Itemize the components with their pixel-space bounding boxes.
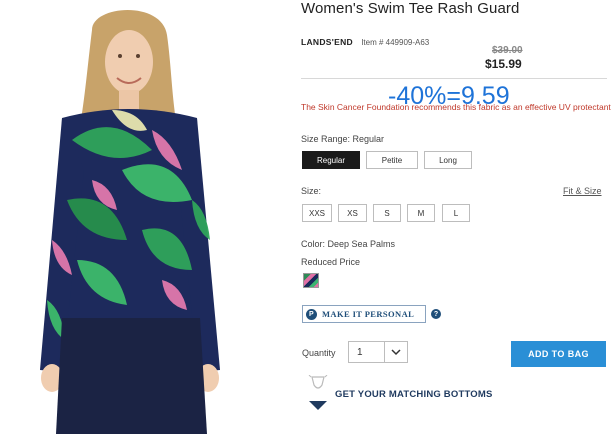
- item-number: Item # 449909-A63: [361, 38, 430, 47]
- help-icon[interactable]: ?: [431, 309, 441, 319]
- add-to-bag-button[interactable]: ADD TO BAG: [511, 341, 606, 367]
- size-range-label: Size Range: Regular: [301, 134, 385, 144]
- size-label: Size:: [301, 186, 322, 196]
- size-range-regular-button[interactable]: Regular: [302, 151, 360, 169]
- size-xs-button[interactable]: XS: [338, 204, 367, 222]
- original-price: $39.00: [492, 45, 523, 56]
- fit-and-size-link[interactable]: Fit & Size: [563, 186, 602, 196]
- product-image[interactable]: [22, 0, 232, 434]
- matching-bottoms-link[interactable]: GET YOUR MATCHING BOTTOMS: [306, 374, 606, 415]
- model-illustration: [40, 10, 220, 434]
- down-arrow-icon: [309, 401, 327, 410]
- chevron-down-icon[interactable]: [384, 342, 407, 362]
- quantity-value: 1: [357, 346, 363, 358]
- make-it-personal-label: MAKE IT PERSONAL: [322, 309, 415, 319]
- color-label: Color: Deep Sea Palms: [301, 239, 396, 249]
- sale-price: $15.99: [485, 57, 522, 71]
- size-range-petite-button[interactable]: Petite: [366, 151, 418, 169]
- reduced-price-label: Reduced Price: [301, 257, 361, 267]
- quantity-select[interactable]: 1: [348, 341, 408, 363]
- divider: [301, 78, 607, 79]
- size-m-button[interactable]: M: [407, 204, 435, 222]
- product-title: Women's Swim Tee Rash Guard: [301, 0, 520, 17]
- quantity-label: Quantity: [302, 348, 336, 358]
- make-it-personal-button[interactable]: P MAKE IT PERSONAL: [302, 305, 426, 323]
- bikini-bottom-icon: [308, 374, 328, 397]
- size-s-button[interactable]: S: [373, 204, 401, 222]
- size-range-long-button[interactable]: Long: [424, 151, 472, 169]
- personalize-icon: P: [306, 308, 317, 320]
- brand-row: LANDS'END Item # 449909-A63: [301, 37, 429, 47]
- color-swatch-deep-sea-palms[interactable]: [303, 273, 319, 288]
- size-xxs-button[interactable]: XXS: [302, 204, 332, 222]
- discount-annotation: -40%=9.59: [388, 82, 510, 110]
- brand-logo: LANDS'END: [301, 37, 353, 47]
- size-l-button[interactable]: L: [442, 204, 470, 222]
- matching-bottoms-label: GET YOUR MATCHING BOTTOMS: [335, 389, 493, 400]
